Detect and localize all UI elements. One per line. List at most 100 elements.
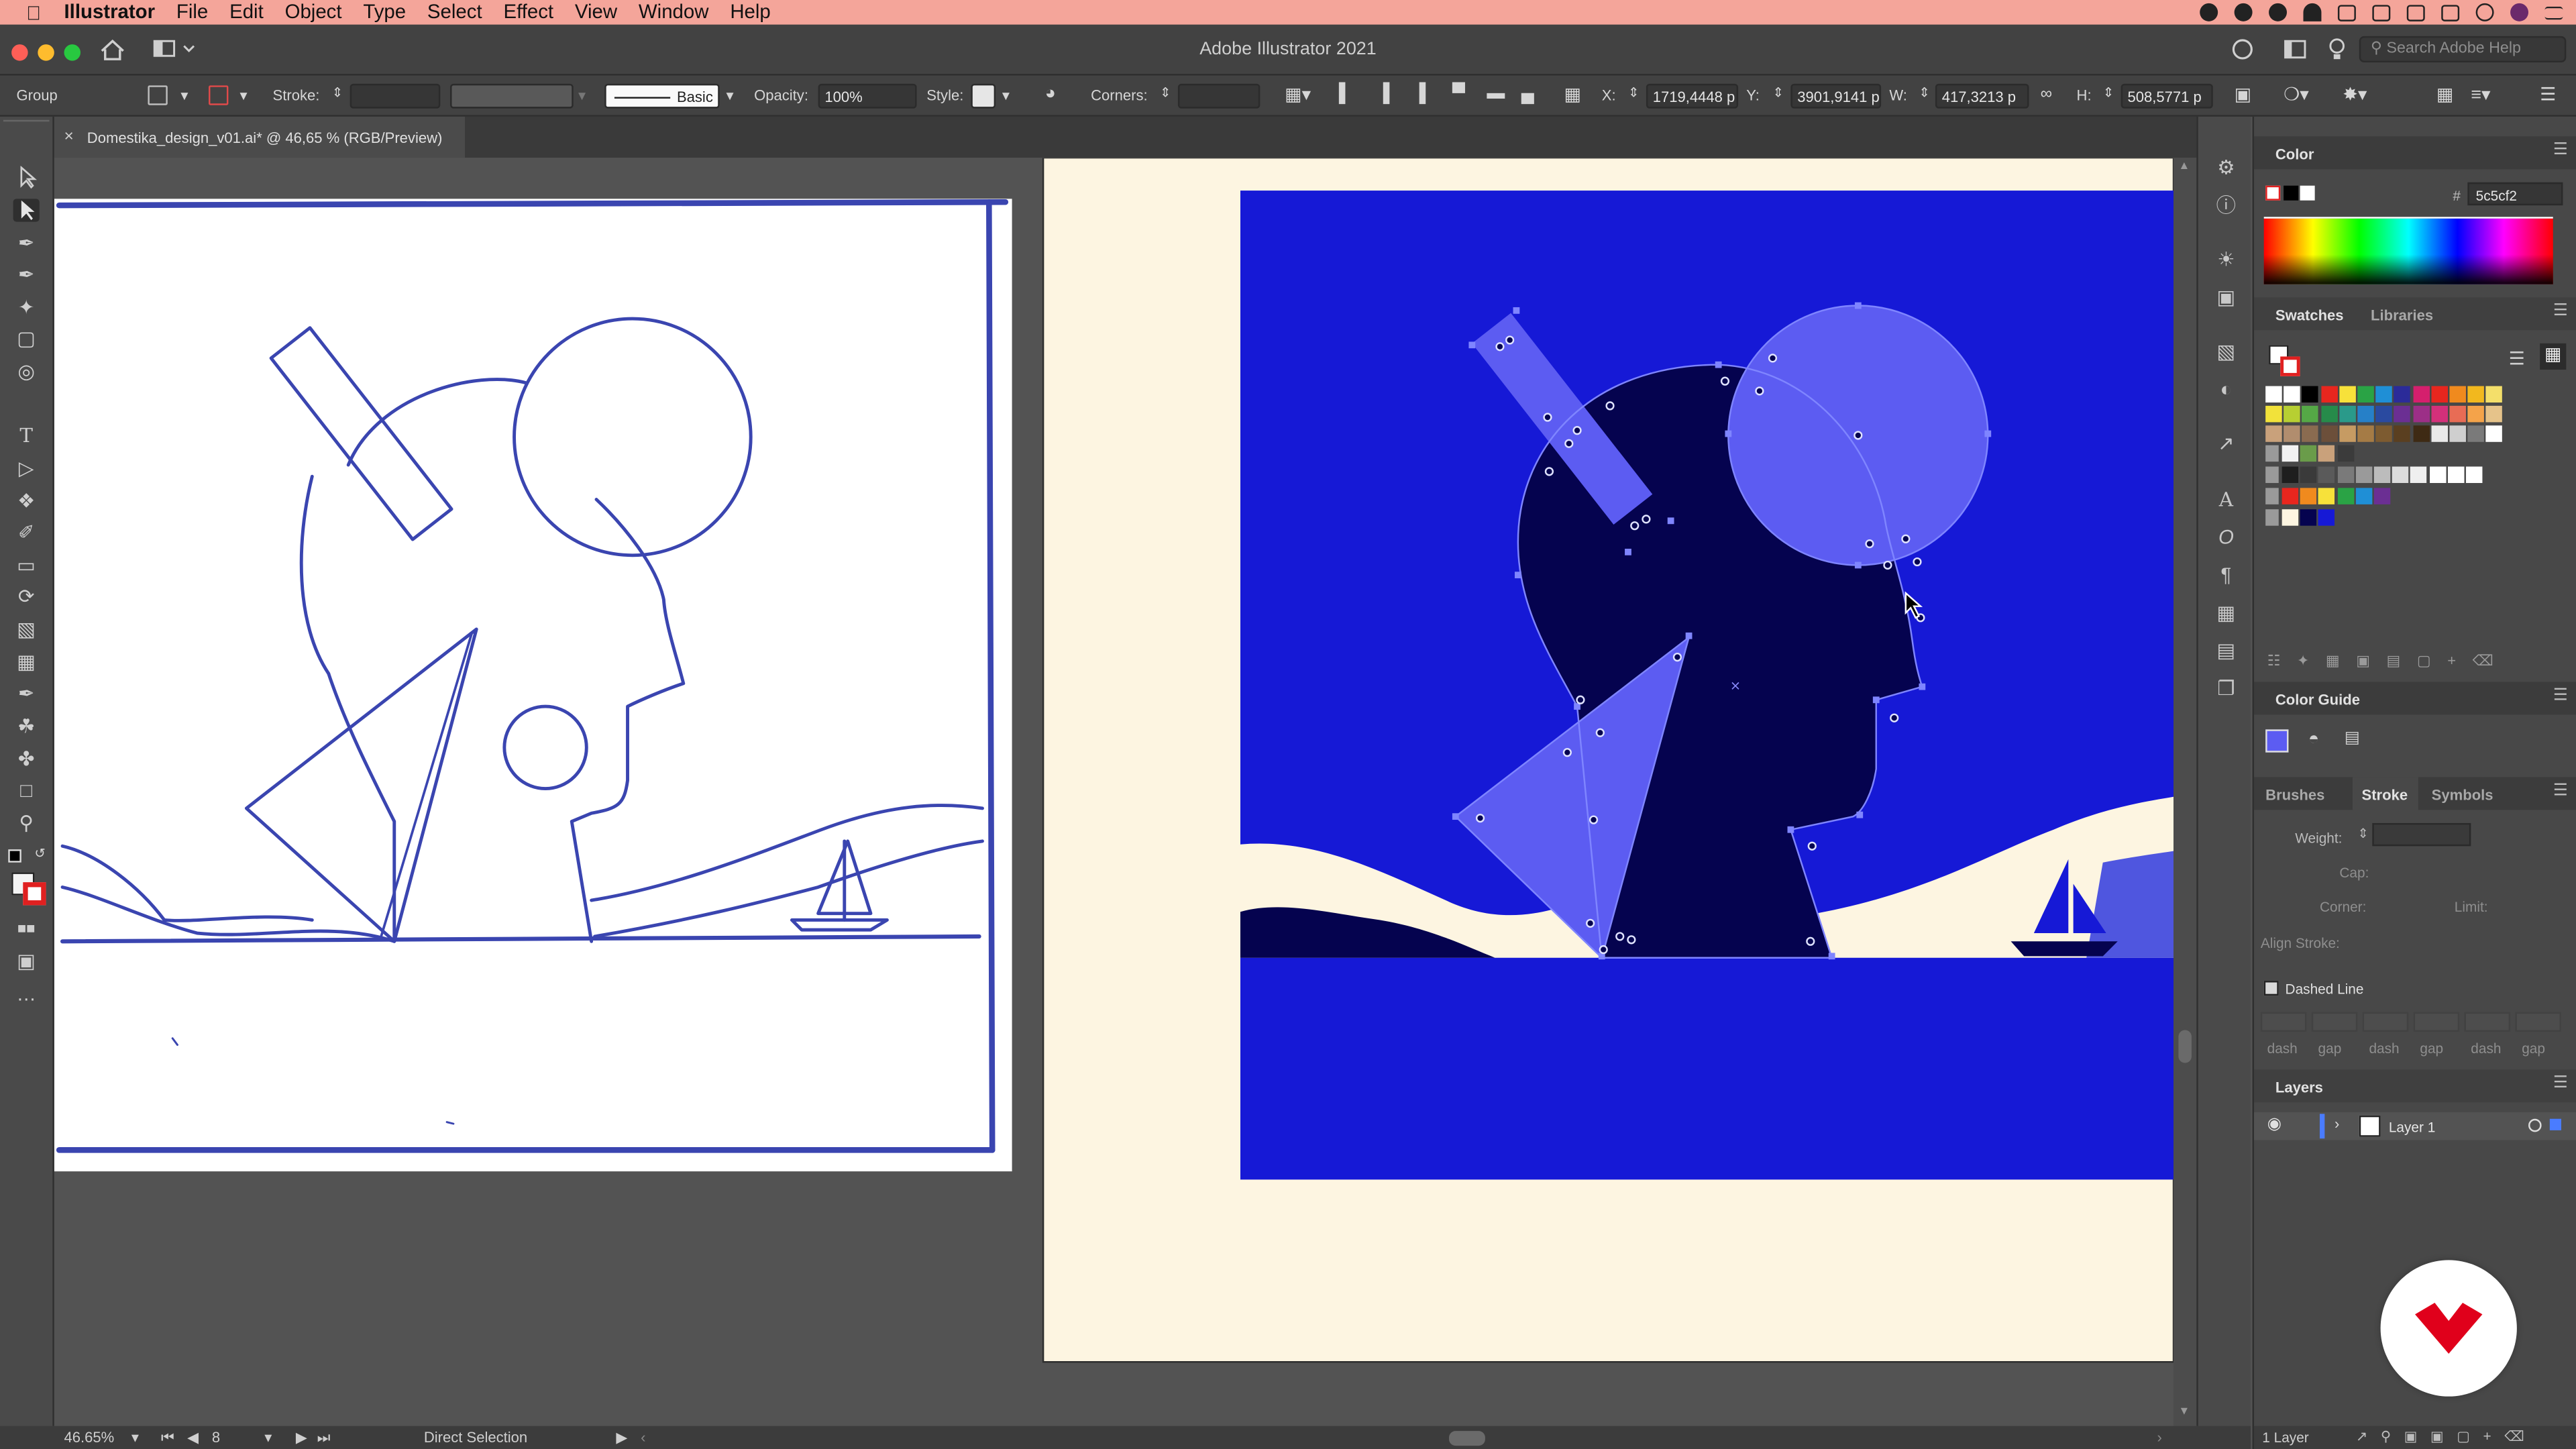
weight-stepper-icon[interactable]: ⇕ — [2357, 826, 2368, 841]
recolor-artwork-icon[interactable]: ◕ — [1045, 84, 1056, 103]
swatch-cell[interactable] — [2447, 466, 2465, 484]
swatch-kind-icon[interactable]: ✦ — [2297, 652, 2309, 672]
menu-effect[interactable]: Effect — [503, 0, 553, 25]
swatch-cell[interactable] — [2449, 386, 2466, 403]
swatch-cell[interactable] — [2300, 488, 2317, 504]
swatch-cell[interactable] — [2412, 425, 2430, 442]
swatch-cell[interactable] — [2394, 425, 2411, 442]
profile-dropdown-icon[interactable]: ▾ — [578, 87, 586, 105]
base-color-swatch[interactable] — [2265, 729, 2289, 753]
isolate-group-icon[interactable]: ▦ — [2436, 84, 2453, 105]
swatch-cell[interactable] — [2300, 509, 2317, 526]
swatch-cell[interactable] — [2302, 425, 2319, 442]
layers-panel-menu-icon[interactable]: ☰ — [2553, 1075, 2568, 1093]
style-dropdown-icon[interactable]: ▾ — [1002, 87, 1010, 105]
swatch-cell[interactable] — [2394, 386, 2411, 403]
swatch-cell[interactable] — [2265, 405, 2282, 423]
swatches-panel-menu-icon[interactable]: ☰ — [2553, 303, 2568, 321]
libraries-tab[interactable]: Libraries — [2371, 307, 2433, 323]
fill-stroke-indicator[interactable] — [2269, 345, 2302, 378]
display-icon[interactable] — [2406, 4, 2425, 21]
pen-tool-icon[interactable]: ✒ — [13, 231, 40, 254]
swatch-cell[interactable] — [2486, 425, 2503, 442]
control-bar-menu-icon[interactable]: ☰ — [2540, 84, 2556, 105]
scroll-up-icon[interactable]: ▲ — [2178, 161, 2190, 172]
stroke-stepper-icon[interactable]: ⇕ — [332, 85, 343, 100]
layer-name[interactable]: Layer 1 — [2389, 1119, 2435, 1135]
fill-swatch-icon[interactable] — [148, 85, 168, 105]
swatch-cell[interactable] — [2394, 405, 2411, 423]
artboard-dropdown-icon[interactable]: ▾ — [264, 1430, 272, 1448]
tools-panel-grip[interactable] — [3, 119, 50, 130]
swatch-cell[interactable] — [2300, 466, 2317, 484]
fill-dropdown-icon[interactable]: ▾ — [180, 87, 188, 105]
shaper-tool-icon[interactable]: ✐ — [13, 521, 40, 543]
new-color-group-icon[interactable]: ▣ — [2356, 652, 2370, 672]
swatch-cell[interactable] — [2337, 445, 2354, 462]
swap-colors-icon[interactable]: ↺ — [34, 846, 45, 861]
shape-properties-icon[interactable]: ❍▾ — [2284, 84, 2309, 105]
stroke-weight-input[interactable] — [350, 83, 441, 109]
fill-stroke-swatches[interactable]: ↺ — [8, 846, 48, 912]
swatch-cell[interactable] — [2449, 405, 2466, 423]
new-swatch-icon[interactable]: + — [2447, 652, 2456, 672]
h-stepper-icon[interactable]: ⇕ — [2103, 85, 2114, 100]
swatch-cell[interactable] — [2467, 425, 2485, 442]
color-panel-menu-icon[interactable]: ☰ — [2553, 142, 2568, 160]
stroke-tab[interactable]: Stroke — [2351, 777, 2418, 812]
swatch-cell[interactable] — [2282, 466, 2299, 484]
align-vcenter-icon[interactable]: ▬ — [1487, 84, 1505, 103]
menu-help[interactable]: Help — [730, 0, 770, 25]
swatch-cell[interactable] — [2318, 488, 2335, 504]
swatch-cell[interactable] — [2373, 466, 2391, 484]
info-panel-icon[interactable]: ⓘ — [2214, 194, 2237, 217]
limit-swatches-icon[interactable]: ▤ — [2345, 729, 2360, 747]
graphic-style-swatch[interactable] — [971, 83, 996, 109]
align-panel-icon[interactable]: ▤ — [2214, 639, 2237, 662]
control-center-icon[interactable] — [2544, 5, 2563, 19]
align-hcenter-icon[interactable]: ▐ — [1377, 84, 1389, 103]
properties-panel-icon[interactable]: ⚙ — [2214, 156, 2237, 179]
canvas-artwork[interactable]: × — [54, 158, 2174, 1426]
stroke-panel-menu-icon[interactable]: ☰ — [2553, 782, 2568, 800]
menu-edit[interactable]: Edit — [229, 0, 264, 25]
swatch-cell[interactable] — [2375, 425, 2393, 442]
harmony-rules-icon[interactable]: ◓ — [2308, 729, 2319, 749]
swatch-cell[interactable] — [2284, 386, 2301, 403]
weight-input[interactable] — [2372, 822, 2471, 847]
swatch-cell[interactable] — [2465, 466, 2483, 484]
type-tool-icon[interactable]: T — [13, 424, 40, 447]
delete-swatch-icon[interactable]: ⌫ — [2473, 652, 2493, 672]
status-menu-icon[interactable]: ▶ — [616, 1430, 627, 1448]
width-input[interactable]: 417,3213 p — [1935, 83, 2029, 109]
creative-cloud-icon[interactable] — [2234, 3, 2253, 21]
sync-icon[interactable] — [2269, 3, 2288, 21]
selection-indicator[interactable] — [2549, 1118, 2561, 1130]
eyedropper-tool-icon[interactable]: ✒ — [13, 682, 40, 704]
vertical-scrollbar[interactable]: ▲ ▼ — [2174, 158, 2197, 1426]
swatch-cell[interactable] — [2282, 488, 2299, 504]
swatch-cell[interactable] — [2265, 386, 2282, 403]
swatch-cell[interactable] — [2431, 425, 2448, 442]
swatch-cell[interactable] — [2320, 386, 2337, 403]
align-top-icon[interactable]: ▀ — [1452, 84, 1465, 103]
swatch-cell[interactable] — [2357, 386, 2374, 403]
menu-view[interactable]: View — [575, 0, 617, 25]
scroll-down-icon[interactable]: ▼ — [2178, 1406, 2190, 1417]
constrain-proportions-icon[interactable]: ∞ — [2041, 85, 2052, 103]
swatch-cell[interactable] — [2284, 425, 2301, 442]
swatch-cell[interactable] — [2282, 509, 2299, 526]
swatch-cell[interactable] — [2302, 386, 2319, 403]
symbols-tab[interactable]: Symbols — [2432, 787, 2493, 803]
dropbox-icon[interactable] — [2200, 3, 2218, 21]
swatch-cell[interactable] — [2302, 405, 2319, 423]
artboard-number-input[interactable]: 8 — [212, 1430, 220, 1446]
reference-point-icon[interactable]: ▦ — [1564, 84, 1580, 105]
swatch-cell[interactable] — [2429, 466, 2446, 484]
zoom-tool-icon[interactable]: ⚲ — [13, 812, 40, 835]
horizontal-scroll-thumb[interactable] — [1449, 1431, 1485, 1446]
opacity-input[interactable]: 100% — [818, 83, 917, 109]
color-group-folder-icon[interactable] — [2265, 509, 2279, 526]
swatch-cell[interactable] — [2467, 386, 2485, 403]
swatch-cell[interactable] — [2486, 386, 2503, 403]
